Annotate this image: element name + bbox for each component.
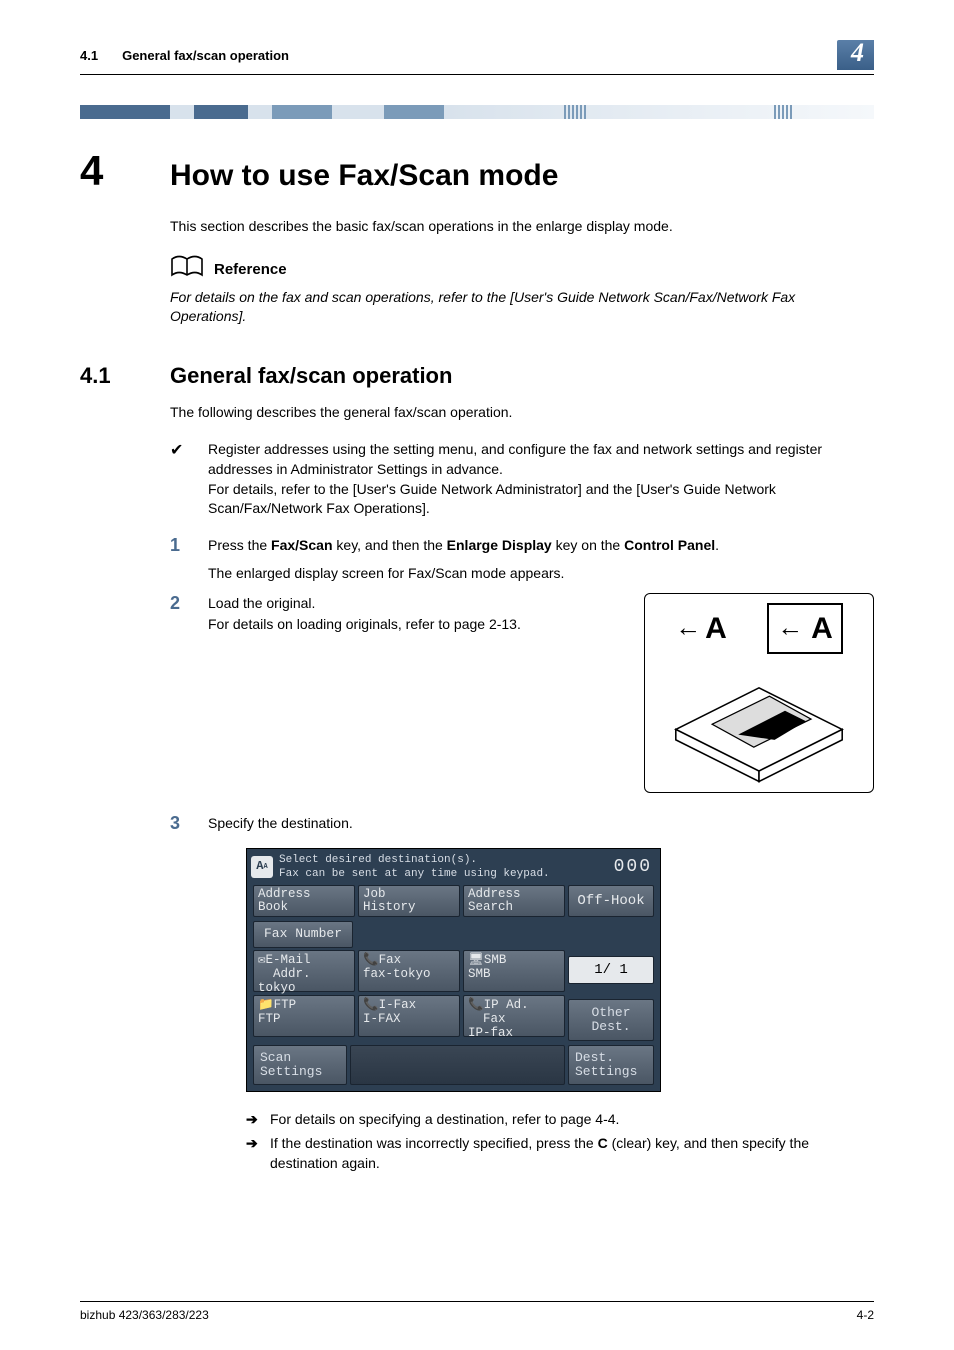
orientation-a-label: A [811, 607, 833, 651]
dest-email-tokyo[interactable]: ✉E-Mail Addr.tokyo [253, 950, 355, 992]
step-1-body: Press the Fax/Scan key, and then the Enl… [208, 535, 874, 584]
lead-paragraph: The following describes the general fax/… [170, 403, 874, 423]
prerequisite-text: Register addresses using the setting men… [208, 440, 874, 518]
footer-model: bizhub 423/363/283/223 [80, 1308, 209, 1322]
reference-text: For details on the fax and scan operatio… [170, 288, 874, 327]
section-heading: 4.1 General fax/scan operation [80, 363, 874, 389]
arrow-left-icon: ← [675, 609, 701, 647]
note-specify-destination: For details on specifying a destination,… [270, 1110, 619, 1130]
address-book-tab[interactable]: AddressBook [253, 885, 355, 917]
footer-page-number: 4-2 [857, 1308, 874, 1322]
reference-label: Reference [214, 261, 287, 278]
page-indicator: 1/ 1 [568, 956, 654, 984]
step-2-number: 2 [170, 593, 208, 793]
enlarge-display-icon: AA [251, 856, 273, 878]
dest-smb[interactable]: 🖥SMBSMB [463, 950, 565, 992]
section-number: 4.1 [80, 363, 170, 389]
job-history-tab[interactable]: JobHistory [358, 885, 460, 917]
step-3-number: 3 [170, 813, 208, 1177]
step-2-body: Load the original. For details on loadin… [208, 593, 624, 634]
arrow-right-icon: ➔ [246, 1110, 270, 1130]
chapter-title: How to use Fax/Scan mode [170, 159, 558, 193]
scan-settings-button[interactable]: ScanSettings [253, 1045, 347, 1085]
header-section-number: 4.1 [80, 48, 98, 63]
dest-ip-fax[interactable]: 📞IP Ad. FaxIP-fax [463, 995, 565, 1037]
reference-book-icon [170, 255, 204, 284]
screen-counter: 000 [614, 854, 652, 880]
note-clear-key: If the destination was incorrectly speci… [270, 1134, 874, 1173]
page-header: 4.1 General fax/scan operation 4 [80, 40, 874, 75]
dest-ifax[interactable]: 📞I-FaxI-FAX [358, 995, 460, 1037]
chapter-heading: 4 How to use Fax/Scan mode [80, 147, 874, 195]
dest-settings-button[interactable]: Dest.Settings [568, 1045, 654, 1085]
header-chapter-badge: 4 [837, 40, 874, 70]
page-footer: bizhub 423/363/283/223 4-2 [80, 1301, 874, 1322]
load-original-illustration: ←A ←A [644, 593, 874, 793]
step-1-number: 1 [170, 535, 208, 584]
destination-display-area [350, 1045, 565, 1085]
fax-number-field-label[interactable]: Fax Number [253, 921, 353, 948]
arrow-right-icon: ➔ [246, 1134, 270, 1173]
decorative-color-bar [80, 105, 874, 119]
chapter-number: 4 [80, 147, 170, 195]
screen-message-line1: Select desired destination(s). [279, 853, 614, 867]
section-title: General fax/scan operation [170, 363, 452, 389]
lcd-screenshot: AA Select desired destination(s). Fax ca… [246, 848, 661, 1093]
scanner-bed-icon [655, 654, 863, 784]
dest-ftp[interactable]: 📁FTPFTP [253, 995, 355, 1037]
intro-paragraph: This section describes the basic fax/sca… [170, 217, 874, 237]
dest-fax-tokyo[interactable]: 📞Faxfax-tokyo [358, 950, 460, 992]
header-section-title: General fax/scan operation [122, 48, 289, 63]
step-3-body: Specify the destination. AA Select desir… [208, 813, 874, 1177]
screen-message-line2: Fax can be sent at any time using keypad… [279, 867, 614, 881]
checkmark-icon: ✔ [170, 440, 208, 518]
arrow-left-icon: ← [777, 609, 803, 647]
orientation-a-label: A [705, 607, 727, 651]
other-dest-button[interactable]: OtherDest. [568, 999, 654, 1041]
address-search-tab[interactable]: AddressSearch [463, 885, 565, 917]
off-hook-button[interactable]: Off-Hook [568, 885, 654, 917]
